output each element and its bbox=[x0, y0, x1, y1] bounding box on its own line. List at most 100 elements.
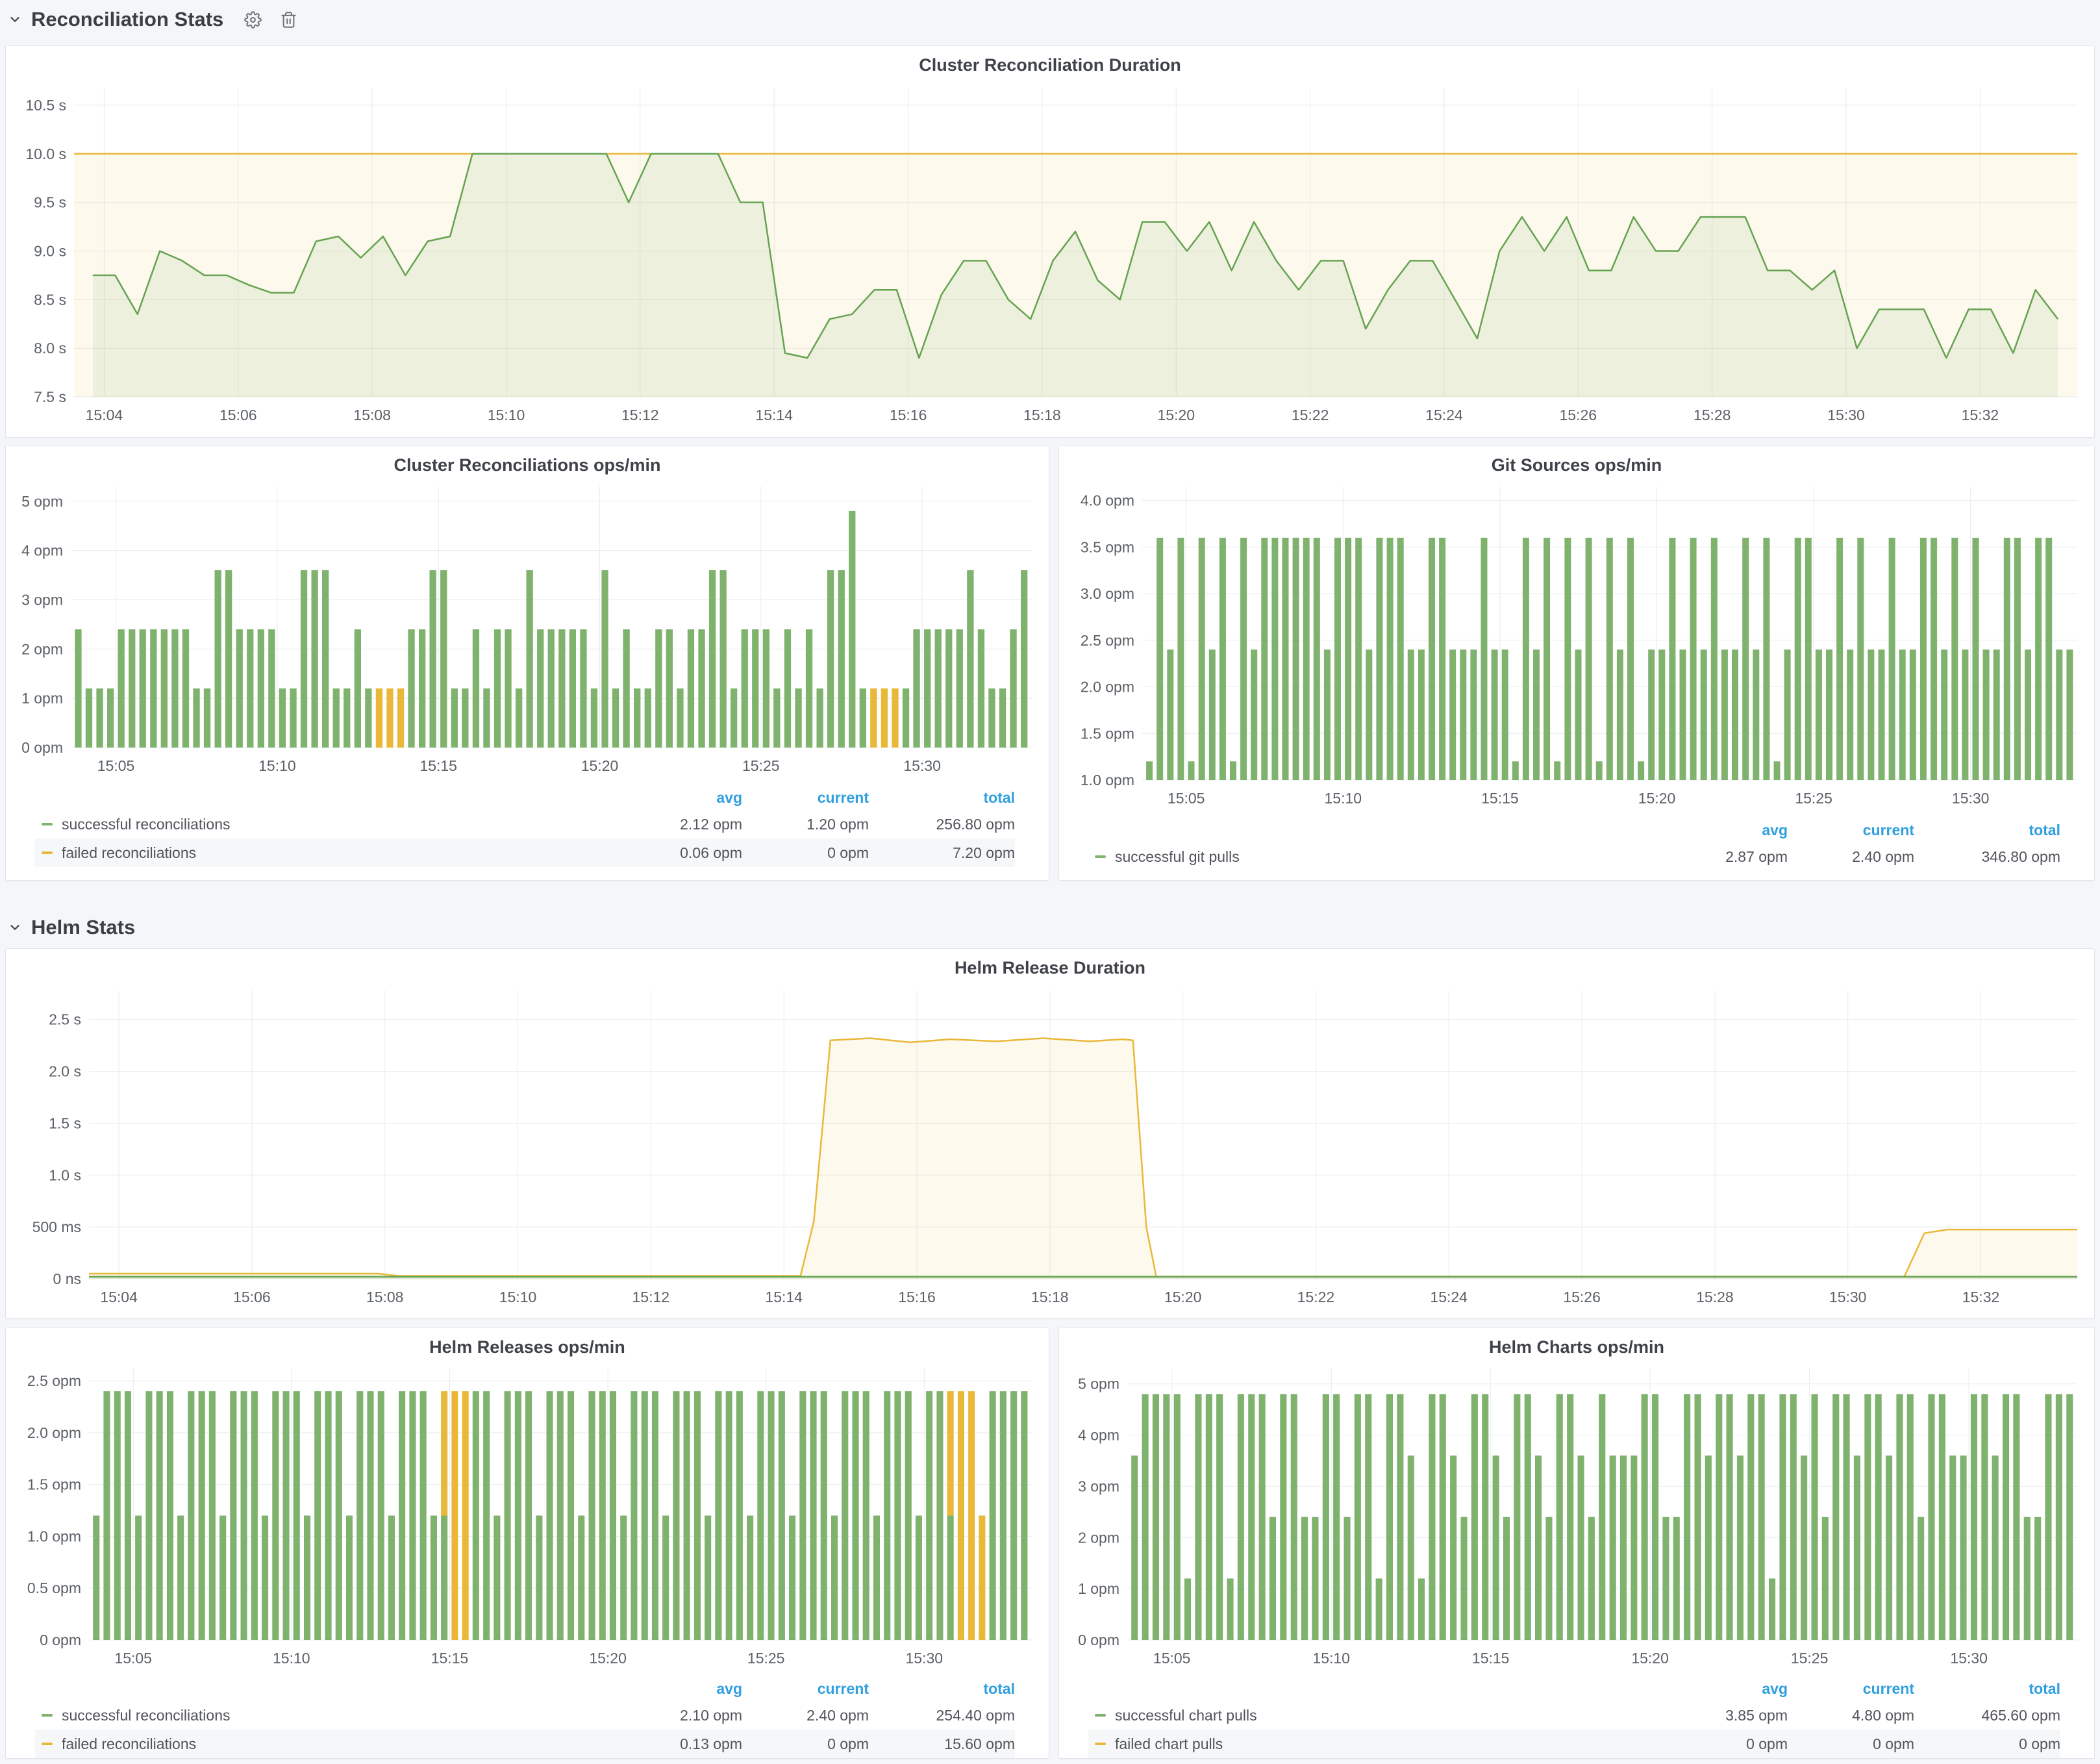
cluster-reconciliation-duration-chart[interactable]: 15:0415:0615:0815:1015:1215:1415:1615:18… bbox=[12, 79, 2088, 429]
git-sources-opm-chart[interactable]: 15:0515:1015:1515:2015:2515:304.0 opm3.5… bbox=[1066, 477, 2088, 810]
legend-row: failed chart pulls 0 opm 0 opm 0 opm bbox=[1088, 1730, 2060, 1758]
panel-helm-release-duration: Helm Release Duration 15:0415:0615:0815:… bbox=[5, 948, 2095, 1318]
panel-title[interactable]: Cluster Reconciliations ops/min bbox=[6, 455, 1049, 475]
svg-text:15:24: 15:24 bbox=[1430, 1289, 1468, 1305]
svg-text:15:14: 15:14 bbox=[755, 407, 793, 423]
section-title[interactable]: Reconciliation Stats bbox=[31, 8, 223, 31]
legend-sort-current[interactable]: current bbox=[1788, 1680, 1914, 1698]
svg-text:15:25: 15:25 bbox=[1795, 790, 1832, 807]
legend-series-toggle[interactable]: successful reconciliations bbox=[35, 1707, 632, 1724]
svg-text:1 opm: 1 opm bbox=[21, 690, 63, 707]
panel-title[interactable]: Helm Release Duration bbox=[6, 958, 2094, 978]
legend-current-value: 1.20 opm bbox=[742, 816, 869, 833]
svg-text:15:30: 15:30 bbox=[903, 757, 941, 774]
svg-text:15:26: 15:26 bbox=[1563, 1289, 1601, 1305]
svg-text:8.5 s: 8.5 s bbox=[34, 291, 66, 308]
legend-sort-total[interactable]: total bbox=[1914, 1680, 2060, 1698]
helm-release-duration-chart[interactable]: 15:0415:0615:0815:1015:1215:1415:1615:18… bbox=[12, 981, 2088, 1311]
legend-total-value: 15.60 opm bbox=[869, 1735, 1015, 1753]
svg-text:1.5 opm: 1.5 opm bbox=[1081, 725, 1134, 742]
series-color-swatch bbox=[1095, 1714, 1106, 1717]
svg-text:8.0 s: 8.0 s bbox=[34, 340, 66, 357]
legend-current-value: 0 opm bbox=[742, 1735, 869, 1753]
chevron-down-icon[interactable] bbox=[8, 920, 22, 935]
legend-series-label: successful chart pulls bbox=[1115, 1707, 1257, 1724]
legend-sort-total[interactable]: total bbox=[869, 1680, 1015, 1698]
legend-current-value: 0 opm bbox=[1788, 1735, 1914, 1753]
svg-text:0.5 opm: 0.5 opm bbox=[27, 1580, 81, 1596]
legend-sort-avg[interactable]: avg bbox=[632, 789, 742, 807]
legend-header: avg current total bbox=[1088, 1676, 2060, 1701]
panel-title[interactable]: Git Sources ops/min bbox=[1059, 455, 2094, 475]
helm-releases-opm-chart[interactable]: 15:0515:1015:1515:2015:2515:302.5 opm2.0… bbox=[12, 1359, 1042, 1670]
legend-header: avg current total bbox=[1088, 818, 2060, 842]
gear-icon[interactable] bbox=[244, 11, 262, 29]
svg-text:0 ns: 0 ns bbox=[53, 1270, 81, 1287]
row-header-reconciliation-stats[interactable]: Reconciliation Stats bbox=[8, 0, 297, 39]
svg-text:15:25: 15:25 bbox=[747, 1650, 785, 1667]
legend-sort-avg[interactable]: avg bbox=[632, 1680, 742, 1698]
svg-text:15:32: 15:32 bbox=[1962, 1289, 2000, 1305]
panel-git-sources-opm: Git Sources ops/min 15:0515:1015:1515:20… bbox=[1058, 446, 2095, 881]
series-color-swatch bbox=[1095, 855, 1106, 858]
svg-text:15:30: 15:30 bbox=[1952, 790, 1990, 807]
svg-text:15:10: 15:10 bbox=[258, 757, 296, 774]
svg-text:15:22: 15:22 bbox=[1292, 407, 1329, 423]
legend-current-value: 0 opm bbox=[742, 844, 869, 862]
legend-series-toggle[interactable]: successful chart pulls bbox=[1088, 1707, 1677, 1724]
svg-text:5 opm: 5 opm bbox=[1078, 1376, 1119, 1392]
svg-text:15:30: 15:30 bbox=[1950, 1650, 1988, 1667]
legend-sort-total[interactable]: total bbox=[1914, 822, 2060, 839]
legend-sort-current[interactable]: current bbox=[742, 1680, 869, 1698]
legend-series-toggle[interactable]: failed reconciliations bbox=[35, 1735, 632, 1753]
svg-text:2.5 s: 2.5 s bbox=[49, 1011, 81, 1028]
legend-sort-avg[interactable]: avg bbox=[1677, 1680, 1788, 1698]
svg-text:15:32: 15:32 bbox=[1962, 407, 1999, 423]
legend-avg-value: 2.12 opm bbox=[632, 816, 742, 833]
svg-text:15:28: 15:28 bbox=[1694, 407, 1731, 423]
legend-row: successful reconciliations 2.10 opm 2.40… bbox=[35, 1701, 1015, 1730]
svg-text:2.0 s: 2.0 s bbox=[49, 1063, 81, 1080]
panel-title[interactable]: Helm Charts ops/min bbox=[1059, 1337, 2094, 1357]
legend-series-toggle[interactable]: successful git pulls bbox=[1088, 848, 1677, 866]
trash-icon[interactable] bbox=[280, 11, 297, 29]
svg-text:9.5 s: 9.5 s bbox=[34, 194, 66, 211]
svg-text:5 opm: 5 opm bbox=[21, 493, 63, 510]
chevron-down-icon[interactable] bbox=[8, 12, 22, 27]
svg-text:10.0 s: 10.0 s bbox=[25, 145, 66, 162]
legend-series-label: successful reconciliations bbox=[62, 1707, 231, 1724]
legend-sort-total[interactable]: total bbox=[869, 789, 1015, 807]
svg-text:15:22: 15:22 bbox=[1297, 1289, 1335, 1305]
svg-text:15:10: 15:10 bbox=[1312, 1650, 1350, 1667]
svg-text:15:20: 15:20 bbox=[1638, 790, 1676, 807]
helm-charts-opm-chart[interactable]: 15:0515:1015:1515:2015:2515:305 opm4 opm… bbox=[1066, 1359, 2088, 1670]
svg-text:15:30: 15:30 bbox=[1827, 407, 1865, 423]
legend-series-label: failed reconciliations bbox=[62, 844, 196, 862]
cluster-reconciliations-opm-chart[interactable]: 15:0515:1015:1515:2015:2515:305 opm4 opm… bbox=[12, 477, 1042, 777]
row-header-helm-stats[interactable]: Helm Stats bbox=[8, 908, 135, 947]
legend-series-toggle[interactable]: successful reconciliations bbox=[35, 816, 632, 833]
panel-title[interactable]: Cluster Reconciliation Duration bbox=[6, 55, 2094, 75]
svg-text:15:08: 15:08 bbox=[366, 1289, 404, 1305]
panel-helm-charts-opm: Helm Charts ops/min 15:0515:1015:1515:20… bbox=[1058, 1328, 2095, 1759]
legend-series-label: successful git pulls bbox=[1115, 848, 1240, 866]
svg-text:15:25: 15:25 bbox=[742, 757, 780, 774]
svg-text:15:15: 15:15 bbox=[419, 757, 457, 774]
legend-current-value: 2.40 opm bbox=[742, 1707, 869, 1724]
legend-avg-value: 2.87 opm bbox=[1677, 848, 1788, 866]
legend-series-toggle[interactable]: failed chart pulls bbox=[1088, 1735, 1677, 1753]
panel-title[interactable]: Helm Releases ops/min bbox=[6, 1337, 1049, 1357]
legend-sort-current[interactable]: current bbox=[742, 789, 869, 807]
legend-series-toggle[interactable]: failed reconciliations bbox=[35, 844, 632, 862]
svg-text:15:18: 15:18 bbox=[1023, 407, 1061, 423]
legend-avg-value: 3.85 opm bbox=[1677, 1707, 1788, 1724]
svg-text:15:15: 15:15 bbox=[1481, 790, 1519, 807]
svg-text:15:05: 15:05 bbox=[1168, 790, 1205, 807]
legend-sort-current[interactable]: current bbox=[1788, 822, 1914, 839]
legend-sort-avg[interactable]: avg bbox=[1677, 822, 1788, 839]
section-title[interactable]: Helm Stats bbox=[31, 916, 135, 939]
svg-text:15:12: 15:12 bbox=[621, 407, 659, 423]
legend: avg current total successful reconciliat… bbox=[35, 785, 1015, 867]
panel-helm-releases-opm: Helm Releases ops/min 15:0515:1015:1515:… bbox=[5, 1328, 1049, 1759]
svg-text:10.5 s: 10.5 s bbox=[25, 97, 66, 114]
